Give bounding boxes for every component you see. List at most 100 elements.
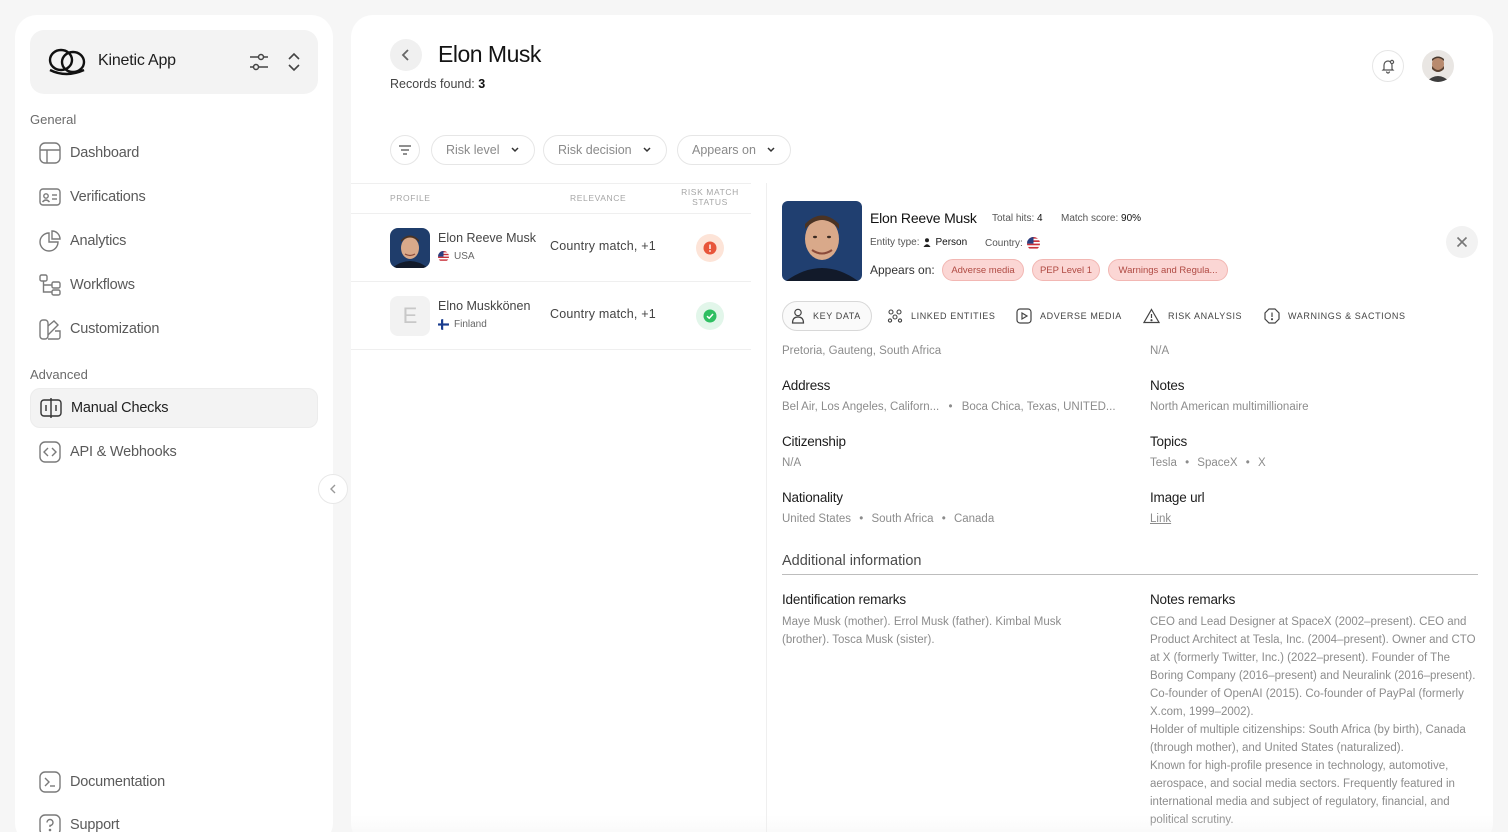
main-panel: Elon Musk Records found: 3 Risk level Ri… xyxy=(351,15,1493,832)
tab-key-data[interactable]: KEY DATA xyxy=(782,301,872,331)
sliders-icon[interactable] xyxy=(247,50,271,74)
total-hits-value: 4 xyxy=(1037,213,1043,224)
profile-country: Finland xyxy=(438,319,487,330)
entity-type-label: Entity type: xyxy=(870,237,920,248)
divider xyxy=(351,183,751,184)
appears-on-label: Appears on: xyxy=(870,263,935,277)
user-avatar[interactable] xyxy=(1422,50,1454,82)
chevron-left-icon xyxy=(401,49,409,61)
tab-risk-analysis[interactable]: RISK ANALYSIS xyxy=(1143,301,1242,331)
linked-entities-icon xyxy=(887,309,903,323)
code-icon xyxy=(38,440,62,464)
separator-dot: • xyxy=(1185,457,1190,469)
image-url-label: Image url xyxy=(1150,490,1205,505)
filter-button[interactable] xyxy=(390,135,420,165)
back-button[interactable] xyxy=(390,39,422,71)
tab-label: WARNINGS & SACTIONS xyxy=(1288,311,1406,321)
chevron-up-down-icon[interactable] xyxy=(284,50,304,74)
alert-octagon-icon xyxy=(1264,308,1280,324)
notes-label: Notes xyxy=(1150,378,1185,393)
additional-info-title: Additional information xyxy=(782,553,922,569)
tab-label: RISK ANALYSIS xyxy=(1168,311,1243,321)
match-score-label: Match score: xyxy=(1061,213,1119,224)
sidebar-item-workflows[interactable]: Workflows xyxy=(30,265,318,305)
pie-chart-icon xyxy=(38,229,62,253)
entity-type: Entity type: Person xyxy=(870,237,967,248)
tab-warnings-sanctions[interactable]: WARNINGS & SACTIONS xyxy=(1264,301,1406,331)
sidebar-item-documentation[interactable]: Documentation xyxy=(30,762,318,802)
user-photo-icon xyxy=(1422,50,1454,82)
identification-remarks-text: Maye Musk (mother). Errol Musk (father).… xyxy=(782,616,1062,646)
records-found: Records found: 3 xyxy=(390,77,485,91)
topics-label: Topics xyxy=(1150,434,1188,449)
warning-icon xyxy=(1143,308,1160,324)
separator-dot: • xyxy=(948,401,953,413)
panel-divider xyxy=(766,183,767,832)
close-detail-button[interactable] xyxy=(1446,226,1478,258)
alert-icon xyxy=(703,241,717,255)
help-icon xyxy=(38,813,62,832)
sidebar-item-customization[interactable]: Customization xyxy=(30,309,318,349)
sidebar-item-label: API & Webhooks xyxy=(70,444,177,460)
nationality-label: Nationality xyxy=(782,490,843,505)
result-row[interactable]: Elon Reeve Musk USA Country match, +1 xyxy=(351,213,751,281)
separator-dot: • xyxy=(1245,457,1250,469)
country: Country: xyxy=(985,237,1040,250)
sidebar: Kinetic App General Dashboard Verificati… xyxy=(15,15,333,832)
profile-country: USA xyxy=(438,251,475,262)
result-row[interactable]: E Elno Muskkönen Finland Country match, … xyxy=(351,281,751,349)
manual-check-icon xyxy=(39,396,63,420)
relevance-text: Country match, +1 xyxy=(550,239,656,253)
us-flag-icon xyxy=(438,251,449,262)
sidebar-item-analytics[interactable]: Analytics xyxy=(30,221,318,261)
sidebar-item-verifications[interactable]: Verifications xyxy=(30,177,318,217)
app-switcher[interactable]: Kinetic App xyxy=(30,30,318,94)
clear-status-badge xyxy=(696,302,724,330)
person-icon xyxy=(923,238,931,247)
topic-item: X xyxy=(1258,457,1266,469)
address-label: Address xyxy=(782,378,831,393)
column-header-status: RISK MATCH STATUS xyxy=(676,187,744,207)
tag-warnings[interactable]: Warnings and Regula... xyxy=(1108,259,1228,281)
person-outline-icon xyxy=(791,308,805,324)
tab-label: KEY DATA xyxy=(813,311,861,321)
person-photo-icon xyxy=(782,201,862,281)
identification-remarks-label: Identification remarks xyxy=(782,592,906,607)
notes-value: North American multimillionaire xyxy=(1150,401,1309,413)
image-url-link[interactable]: Link xyxy=(1150,513,1171,525)
play-square-icon xyxy=(1016,308,1032,324)
filter-appears-on[interactable]: Appears on xyxy=(677,135,791,165)
sidebar-item-api-webhooks[interactable]: API & Webhooks xyxy=(30,432,318,472)
notifications-button[interactable] xyxy=(1372,50,1404,82)
id-card-icon xyxy=(38,185,62,209)
address-item: Bel Air, Los Angeles, Californ... xyxy=(782,401,940,413)
filter-risk-level[interactable]: Risk level xyxy=(431,135,535,165)
sidebar-item-label: Workflows xyxy=(70,277,135,293)
filter-icon xyxy=(399,145,411,155)
tab-adverse-media[interactable]: ADVERSE MEDIA xyxy=(1016,301,1122,331)
topic-item: Tesla xyxy=(1150,457,1177,469)
chevron-left-icon xyxy=(330,484,336,494)
finland-flag-icon xyxy=(438,319,449,330)
section-divider xyxy=(782,574,1478,575)
nationality-item: United States xyxy=(782,513,852,525)
relevance-text: Country match, +1 xyxy=(550,307,656,321)
app-name: Kinetic App xyxy=(98,52,176,69)
filter-risk-decision[interactable]: Risk decision xyxy=(543,135,667,165)
collapse-sidebar-button[interactable] xyxy=(318,474,348,504)
tab-linked-entities[interactable]: LINKED ENTITIES xyxy=(887,301,996,331)
profile-photo xyxy=(390,228,430,268)
page-title: Elon Musk xyxy=(438,41,541,67)
citizenship-label: Citizenship xyxy=(782,434,846,449)
topic-item: SpaceX xyxy=(1197,457,1238,469)
tag-pep-level[interactable]: PEP Level 1 xyxy=(1032,259,1100,281)
notes-remarks-paragraph: CEO and Lead Designer at SpaceX (2002–pr… xyxy=(1150,616,1476,718)
sidebar-item-manual-checks[interactable]: Manual Checks xyxy=(30,388,318,428)
workflow-icon xyxy=(38,273,62,297)
tag-adverse-media[interactable]: Adverse media xyxy=(942,259,1024,281)
chevron-down-icon xyxy=(510,147,519,153)
filter-label: Appears on xyxy=(692,143,756,157)
sidebar-item-dashboard[interactable]: Dashboard xyxy=(30,133,318,173)
sidebar-item-support[interactable]: Support xyxy=(30,805,318,832)
column-header-profile: PROFILE xyxy=(390,193,431,203)
